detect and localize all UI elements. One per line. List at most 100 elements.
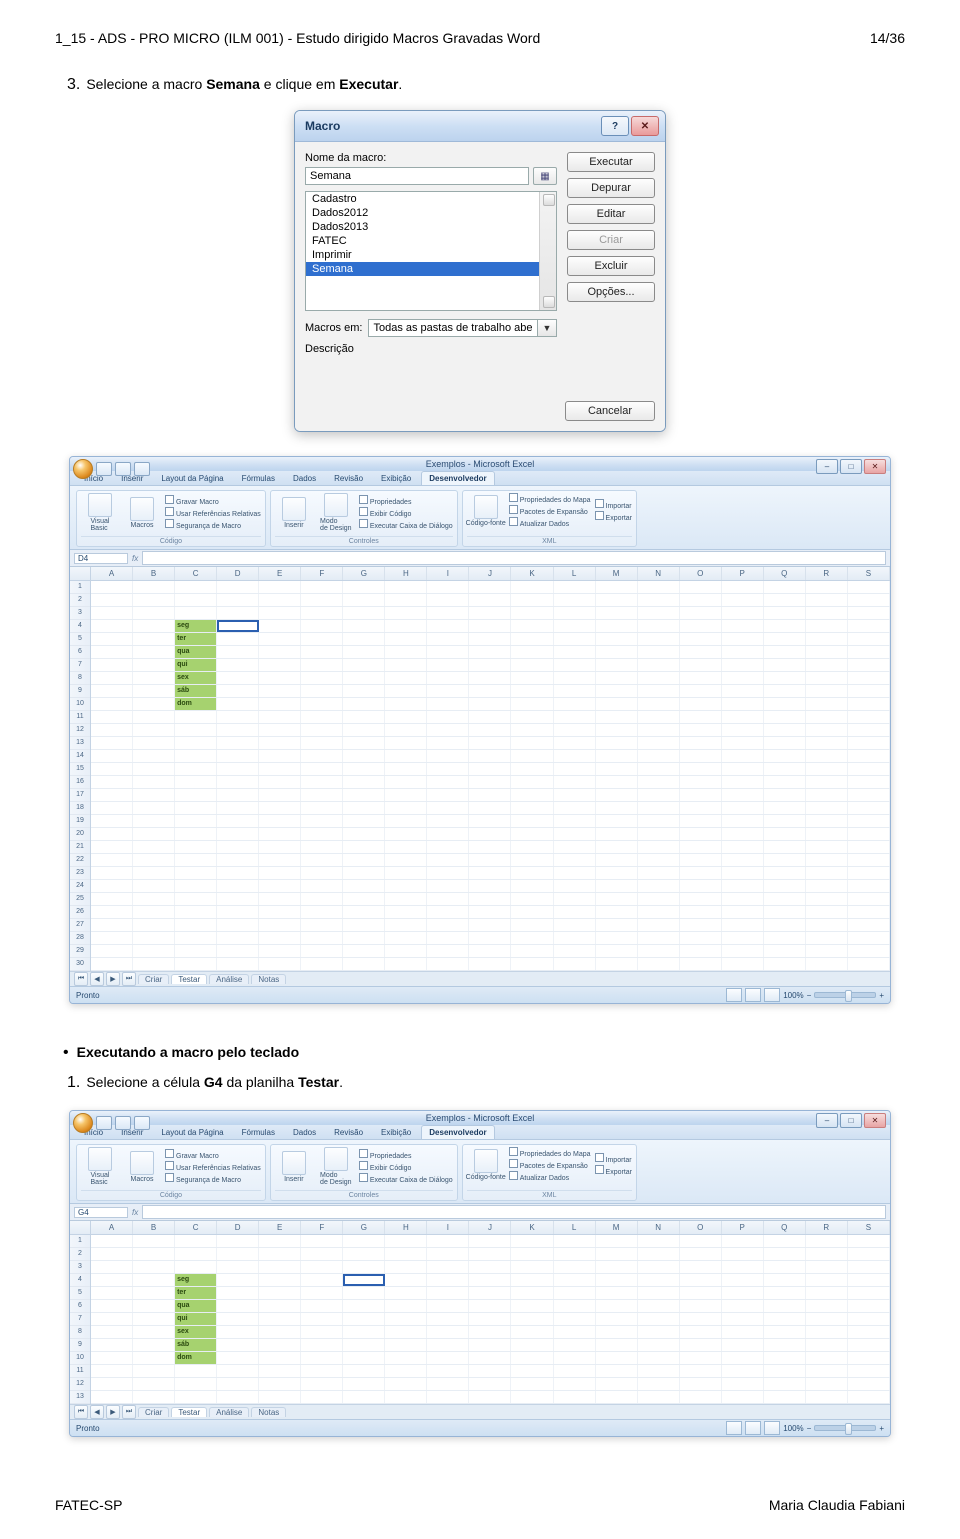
formula-input[interactable] bbox=[142, 1205, 886, 1219]
cell[interactable] bbox=[91, 880, 133, 892]
cell[interactable] bbox=[680, 1365, 722, 1377]
row-header[interactable]: 8 bbox=[70, 1326, 90, 1339]
column-header[interactable]: O bbox=[680, 1221, 722, 1234]
cell[interactable] bbox=[680, 893, 722, 905]
cell[interactable] bbox=[175, 1378, 217, 1390]
cell[interactable] bbox=[806, 867, 848, 879]
cell[interactable] bbox=[848, 607, 890, 619]
cell[interactable] bbox=[806, 880, 848, 892]
cell[interactable] bbox=[638, 919, 680, 931]
cell[interactable] bbox=[259, 672, 301, 684]
cell[interactable] bbox=[91, 711, 133, 723]
cell[interactable] bbox=[301, 867, 343, 879]
sheet-tab[interactable]: Análise bbox=[209, 974, 249, 984]
column-header[interactable]: L bbox=[554, 1221, 596, 1234]
cell[interactable] bbox=[91, 945, 133, 957]
cell[interactable] bbox=[511, 1261, 553, 1273]
cell[interactable] bbox=[301, 776, 343, 788]
cell[interactable] bbox=[301, 1261, 343, 1273]
cell[interactable] bbox=[806, 1274, 848, 1286]
cell[interactable] bbox=[91, 737, 133, 749]
cell[interactable] bbox=[638, 1248, 680, 1260]
column-header[interactable]: B bbox=[133, 1221, 175, 1234]
cell[interactable] bbox=[596, 776, 638, 788]
cell[interactable] bbox=[133, 1287, 175, 1299]
cell[interactable] bbox=[764, 893, 806, 905]
cell[interactable] bbox=[680, 854, 722, 866]
row-header[interactable]: 9 bbox=[70, 1339, 90, 1352]
cell[interactable] bbox=[638, 776, 680, 788]
cell[interactable] bbox=[427, 659, 469, 671]
cell[interactable] bbox=[343, 685, 385, 697]
cell[interactable] bbox=[133, 659, 175, 671]
cell[interactable] bbox=[385, 867, 427, 879]
cell[interactable] bbox=[385, 672, 427, 684]
cell[interactable] bbox=[133, 594, 175, 606]
sheet-nav-button[interactable]: ▶ bbox=[106, 1405, 120, 1419]
cell[interactable] bbox=[764, 1352, 806, 1364]
cell[interactable] bbox=[848, 1274, 890, 1286]
cell[interactable] bbox=[343, 789, 385, 801]
codigo-fonte-button[interactable]: Código-fonte bbox=[467, 495, 505, 527]
cell[interactable] bbox=[638, 737, 680, 749]
macro-list[interactable]: CadastroDados2012Dados2013FATECImprimirS… bbox=[305, 191, 557, 311]
cell[interactable] bbox=[259, 867, 301, 879]
window-close-button[interactable]: ✕ bbox=[864, 459, 886, 474]
cell[interactable] bbox=[469, 932, 511, 944]
cell[interactable] bbox=[806, 854, 848, 866]
sheet-nav-button[interactable]: ⏭ bbox=[122, 972, 136, 986]
view-pagebreak-button[interactable] bbox=[764, 1421, 780, 1435]
cell[interactable] bbox=[469, 958, 511, 970]
cell[interactable] bbox=[427, 1261, 469, 1273]
cell[interactable] bbox=[596, 1300, 638, 1312]
cell[interactable] bbox=[469, 854, 511, 866]
cell[interactable] bbox=[848, 737, 890, 749]
cell[interactable] bbox=[469, 776, 511, 788]
cell[interactable] bbox=[511, 854, 553, 866]
cell[interactable] bbox=[554, 789, 596, 801]
cell[interactable] bbox=[511, 698, 553, 710]
cell[interactable] bbox=[301, 607, 343, 619]
cell[interactable] bbox=[217, 893, 259, 905]
row-header[interactable]: 12 bbox=[70, 1378, 90, 1391]
row-header[interactable]: 3 bbox=[70, 607, 90, 620]
cell[interactable] bbox=[596, 1378, 638, 1390]
cell[interactable] bbox=[806, 828, 848, 840]
exibir-codigo-button[interactable]: Exibir Código bbox=[359, 1161, 453, 1172]
cell[interactable] bbox=[469, 1300, 511, 1312]
cell[interactable] bbox=[301, 1339, 343, 1351]
row-header[interactable]: 3 bbox=[70, 1261, 90, 1274]
cell[interactable] bbox=[343, 828, 385, 840]
cell[interactable] bbox=[427, 763, 469, 775]
cell[interactable] bbox=[91, 1274, 133, 1286]
sheet-nav-button[interactable]: ▶ bbox=[106, 972, 120, 986]
cell[interactable] bbox=[301, 737, 343, 749]
cell[interactable] bbox=[301, 815, 343, 827]
cell[interactable] bbox=[301, 672, 343, 684]
cell[interactable] bbox=[722, 698, 764, 710]
cell[interactable] bbox=[554, 854, 596, 866]
cell[interactable] bbox=[385, 633, 427, 645]
cell[interactable] bbox=[469, 880, 511, 892]
cell[interactable] bbox=[638, 1235, 680, 1247]
cell[interactable] bbox=[511, 685, 553, 697]
cell[interactable] bbox=[217, 1274, 259, 1286]
cell[interactable] bbox=[133, 607, 175, 619]
cell[interactable] bbox=[764, 919, 806, 931]
cell[interactable] bbox=[596, 828, 638, 840]
name-box[interactable]: D4 bbox=[74, 553, 128, 564]
row-header[interactable]: 20 bbox=[70, 828, 90, 841]
cell[interactable] bbox=[91, 750, 133, 762]
cell[interactable] bbox=[301, 698, 343, 710]
column-header[interactable]: P bbox=[722, 1221, 764, 1234]
cell[interactable] bbox=[764, 672, 806, 684]
cell[interactable] bbox=[91, 724, 133, 736]
cell[interactable] bbox=[301, 841, 343, 853]
cell[interactable] bbox=[469, 750, 511, 762]
cell[interactable] bbox=[511, 607, 553, 619]
cell[interactable] bbox=[469, 633, 511, 645]
cell[interactable] bbox=[91, 1235, 133, 1247]
cell[interactable] bbox=[554, 906, 596, 918]
cell[interactable] bbox=[680, 711, 722, 723]
cell[interactable] bbox=[301, 750, 343, 762]
